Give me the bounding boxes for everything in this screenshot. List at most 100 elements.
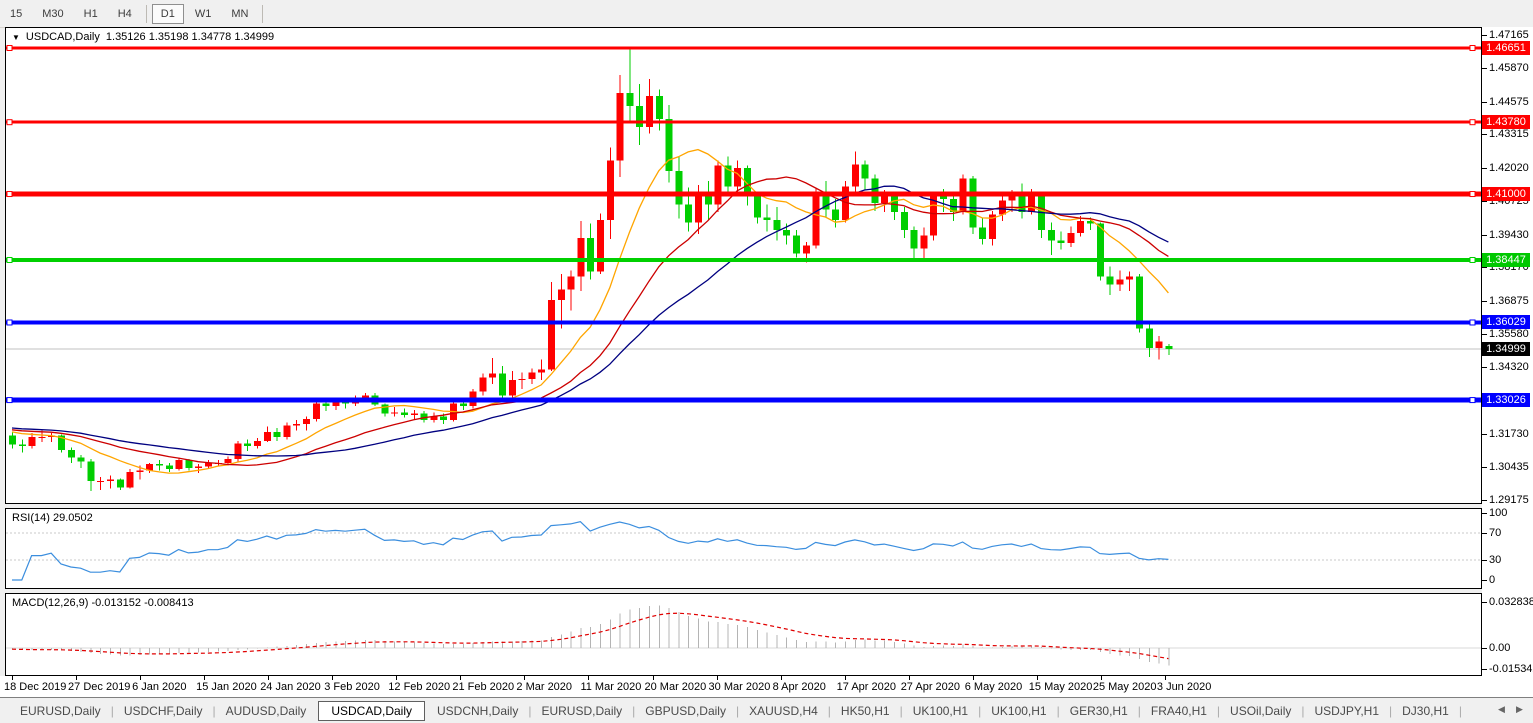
chart-tab-hk50-h1[interactable]: HK50,H1 [831, 704, 900, 718]
rsi-tick-label: 0 [1489, 574, 1495, 586]
line-handle-left[interactable] [7, 257, 12, 262]
price-badge-1.33026: 1.33026 [1482, 393, 1530, 407]
horizontal-line-1.33026[interactable] [6, 398, 1481, 403]
line-handle-left[interactable] [7, 46, 12, 51]
chart-tab-usdchf-daily[interactable]: USDCHF,Daily [114, 704, 213, 718]
price-tick-mark [1482, 102, 1487, 103]
line-handle-right[interactable] [1470, 257, 1475, 262]
line-handle-right[interactable] [1470, 320, 1475, 325]
price-tick-label: 1.34320 [1489, 361, 1529, 373]
chart-tab-eurusd-daily[interactable]: EURUSD,Daily [531, 704, 632, 718]
line-handle-right[interactable] [1470, 192, 1475, 197]
time-tick-label: 8 Apr 2020 [773, 681, 826, 693]
macd-tick-mark [1482, 648, 1487, 649]
symbol-dropdown-icon[interactable]: ▼ [12, 33, 20, 42]
line-handle-left[interactable] [7, 192, 12, 197]
time-tick-mark [845, 676, 846, 680]
time-tick-label: 17 Apr 2020 [837, 681, 896, 693]
macd-canvas[interactable] [6, 594, 1481, 675]
candles [9, 47, 1172, 491]
price-tick-label: 1.44575 [1489, 96, 1529, 108]
price-axis[interactable]: 1.471651.458701.445751.433151.420201.407… [1482, 27, 1533, 697]
horizontal-line-1.41[interactable] [6, 192, 1481, 197]
horizontal-line-1.36029[interactable] [6, 320, 1481, 325]
price-tick-mark [1482, 500, 1487, 501]
price-tick-mark [1482, 334, 1487, 335]
line-handle-left[interactable] [7, 120, 12, 125]
mt4-window: 15M30H1H4 D1W1MN ▼ USDCAD,Daily 1.35126 1… [0, 0, 1533, 723]
chart-tab-usdcnh-daily[interactable]: USDCNH,Daily [427, 704, 528, 718]
rsi-tick-mark [1482, 580, 1487, 581]
chart-tab-dj30-h1[interactable]: DJ30,H1 [1392, 704, 1459, 718]
horizontal-line-1.4378[interactable] [6, 120, 1481, 125]
price-tick-label: 1.30435 [1489, 461, 1529, 473]
price-tick-mark [1482, 367, 1487, 368]
price-badge-1.43780: 1.43780 [1482, 115, 1530, 129]
timeframe-button-15[interactable]: 15 [1, 4, 31, 24]
timeframe-button-h1[interactable]: H1 [75, 4, 107, 24]
rsi-tick-label: 70 [1489, 527, 1501, 539]
chart-tab-audusd-daily[interactable]: AUDUSD,Daily [216, 704, 317, 718]
price-chart-panel[interactable]: ▼ USDCAD,Daily 1.35126 1.35198 1.34778 1… [5, 27, 1482, 504]
timeframe-toolbar: 15M30H1H4 D1W1MN [0, 0, 1533, 28]
timeframe-button-w1[interactable]: W1 [186, 4, 221, 24]
chart-tab-fra40-h1[interactable]: FRA40,H1 [1141, 704, 1217, 718]
price-tick-label: 1.42020 [1489, 162, 1529, 174]
price-tick-mark [1482, 68, 1487, 69]
chart-tab-ger30-h1[interactable]: GER30,H1 [1060, 704, 1138, 718]
chart-tab-eurusd-daily[interactable]: EURUSD,Daily [10, 704, 111, 718]
price-badge-1.46651: 1.46651 [1482, 41, 1530, 55]
rsi-tick-mark [1482, 560, 1487, 561]
chart-tab-usoil-daily[interactable]: USOil,Daily [1220, 704, 1301, 718]
chart-tab-uk100-h1[interactable]: UK100,H1 [903, 704, 978, 718]
chart-tab-usdcad-daily[interactable]: USDCAD,Daily [318, 701, 425, 721]
rsi-tick-label: 100 [1489, 507, 1507, 519]
price-tick-label: 1.45870 [1489, 62, 1529, 74]
rsi-tick-mark [1482, 533, 1487, 534]
time-tick-mark [717, 676, 718, 680]
price-tick-mark [1482, 301, 1487, 302]
line-handle-left[interactable] [7, 398, 12, 403]
time-tick-label: 3 Feb 2020 [324, 681, 380, 693]
timeframe-button-mn[interactable]: MN [222, 4, 257, 24]
price-tick-label: 1.43315 [1489, 128, 1529, 140]
time-tick-mark [140, 676, 141, 680]
price-tick-mark [1482, 235, 1487, 236]
price-tick-mark [1482, 467, 1487, 468]
line-handle-right[interactable] [1470, 120, 1475, 125]
toolbar-separator [262, 5, 263, 23]
horizontal-line-1.46651[interactable] [6, 46, 1481, 51]
time-tick-mark [332, 676, 333, 680]
time-tick-mark [396, 676, 397, 680]
rsi-indicator-panel[interactable]: RSI(14) 29.0502 [5, 508, 1482, 589]
line-handle-right[interactable] [1470, 46, 1475, 51]
time-tick-mark [973, 676, 974, 680]
rsi-tick-mark [1482, 513, 1487, 514]
macd-histogram [13, 606, 1169, 666]
time-tick-label: 18 Dec 2019 [4, 681, 66, 693]
price-canvas[interactable] [6, 28, 1481, 503]
time-tick-mark [1037, 676, 1038, 680]
timeframe-button-d1[interactable]: D1 [152, 4, 184, 24]
timeframe-button-h4[interactable]: H4 [109, 4, 141, 24]
timeframe-button-m30[interactable]: M30 [33, 4, 72, 24]
tab-scroll-right-icon[interactable]: ▶ [1516, 704, 1523, 715]
tab-scroll-left-icon[interactable]: ◀ [1498, 704, 1505, 715]
time-axis[interactable]: 18 Dec 201927 Dec 20196 Jan 202015 Jan 2… [0, 676, 1533, 697]
price-tick-label: 1.39430 [1489, 229, 1529, 241]
chart-tab-xauusd-h4[interactable]: XAUUSD,H4 [739, 704, 828, 718]
macd-indicator-panel[interactable]: MACD(12,26,9) -0.013152 -0.008413 [5, 593, 1482, 676]
chart-tab-gbpusd-daily[interactable]: GBPUSD,Daily [635, 704, 736, 718]
chart-tab-usdjpy-h1[interactable]: USDJPY,H1 [1305, 704, 1389, 718]
time-tick-mark [1165, 676, 1166, 680]
price-tick-label: 1.47165 [1489, 29, 1529, 41]
chart-tab-uk100-h1[interactable]: UK100,H1 [981, 704, 1056, 718]
horizontal-line-1.38447[interactable] [6, 257, 1481, 262]
rsi-canvas[interactable] [6, 509, 1481, 588]
chart-symbol-header[interactable]: ▼ USDCAD,Daily 1.35126 1.35198 1.34778 1… [12, 31, 274, 43]
line-handle-right[interactable] [1470, 398, 1475, 403]
price-tick-label: 1.36875 [1489, 295, 1529, 307]
time-tick-mark [524, 676, 525, 680]
macd-tick-label: 0.00 [1489, 642, 1510, 654]
line-handle-left[interactable] [7, 320, 12, 325]
